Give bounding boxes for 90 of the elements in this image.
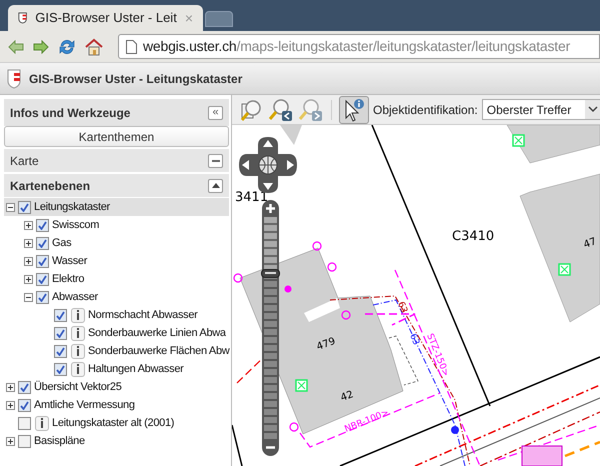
pointer-info-icon (343, 98, 365, 122)
identify-button[interactable] (339, 96, 369, 124)
point-marker-icon (312, 241, 322, 251)
checkbox[interactable] (36, 272, 49, 286)
expand-icon[interactable] (6, 436, 15, 446)
identify-dropdown[interactable]: Oberster Treffer (482, 99, 600, 120)
layer-label[interactable]: Amtliche Vermessung (34, 396, 135, 414)
forward-icon[interactable] (33, 40, 49, 54)
point-marker-icon (233, 273, 243, 283)
identify-label: Objektidentifikation: (373, 102, 478, 118)
page-icon (126, 40, 137, 54)
expand-icon[interactable] (6, 382, 15, 392)
info-icon[interactable] (71, 308, 85, 322)
info-icon[interactable] (71, 362, 85, 376)
layer-label[interactable]: Normschacht Abwasser (88, 306, 198, 324)
info-icon[interactable] (35, 416, 49, 430)
checkbox[interactable] (36, 236, 49, 250)
checkbox[interactable] (18, 398, 31, 412)
checkbox[interactable] (18, 200, 31, 214)
address-bar[interactable]: webgis.uster.ch/maps-leitungskataster/leitungskataster/leitungskataster (118, 34, 600, 59)
section-header[interactable]: Karte (4, 148, 229, 172)
expand-icon[interactable] (6, 400, 15, 410)
zoom-slider-handle[interactable] (261, 268, 280, 278)
expand-icon[interactable] (208, 154, 223, 168)
tree-row[interactable]: Leitungskataster (4, 198, 229, 216)
kartenthemen-button[interactable]: Kartenthemen (4, 126, 229, 147)
checkbox[interactable] (54, 308, 67, 322)
checkbox[interactable] (18, 416, 31, 430)
layer-label[interactable]: Übersicht Vektor25 (34, 378, 122, 396)
expand-icon[interactable] (24, 256, 33, 266)
checkbox[interactable] (18, 434, 31, 448)
building-label: 42 (339, 389, 355, 404)
panel-title: Infos und Werkzeuge (10, 104, 130, 122)
layer-label[interactable]: Abwasser (52, 288, 98, 306)
checkbox[interactable] (54, 326, 67, 340)
manhole-icon (451, 426, 459, 434)
layer-label[interactable]: Leitungskataster (34, 198, 110, 216)
layer-label[interactable]: Elektro (52, 270, 84, 288)
line-label: 63 (395, 300, 409, 315)
point-marker-icon (327, 262, 337, 272)
checkbox[interactable] (54, 344, 67, 358)
crossed-box-icon (512, 134, 525, 147)
building-label: 47 (582, 236, 598, 251)
checkbox[interactable] (36, 290, 49, 304)
section-title: Karte (10, 152, 39, 170)
collapse-button[interactable]: « (208, 106, 223, 120)
collapse-icon[interactable] (6, 202, 15, 212)
zoom-back-icon[interactable] (268, 98, 294, 122)
home-icon[interactable] (85, 38, 103, 56)
layer-label[interactable]: Wasser (52, 252, 88, 270)
section-header[interactable]: Kartenebenen (4, 173, 229, 197)
structure-shape (522, 446, 562, 466)
info-icon[interactable] (71, 326, 85, 340)
point-marker-icon (289, 422, 299, 432)
layer-label[interactable]: Sonderbauwerke Flächen Abw (88, 342, 230, 360)
reload-icon[interactable] (58, 38, 76, 56)
zoom-slider[interactable] (262, 200, 279, 456)
checkbox[interactable] (36, 218, 49, 232)
layer-label[interactable]: Gas (52, 234, 72, 252)
layer-label[interactable]: Leitungskataster alt (2001) (52, 414, 174, 432)
expand-icon[interactable] (24, 220, 33, 230)
line-label: 63 (407, 332, 421, 347)
checkbox[interactable] (54, 362, 67, 376)
point-marker-icon (341, 310, 351, 320)
app-title: GIS-Browser Uster - Leitungskataster (29, 70, 242, 88)
building-label: 479 (315, 336, 337, 353)
layer-label[interactable]: Basispläne (34, 432, 85, 450)
layer-label[interactable]: Haltungen Abwasser (88, 360, 184, 378)
section-title: Kartenebenen (10, 178, 90, 194)
expand-icon[interactable] (24, 274, 33, 284)
expand-icon[interactable] (24, 238, 33, 248)
parcel-label: C3410 (452, 229, 494, 244)
browser-tab[interactable]: GIS-Browser Uster - Leit × (8, 5, 203, 31)
point-marker-icon (284, 286, 292, 292)
shield-logo (18, 11, 28, 25)
parcel-label: 3411 (235, 190, 268, 205)
checkbox[interactable] (36, 254, 49, 268)
layer-label[interactable]: Swisscom (52, 216, 100, 234)
outline-dashed-line (388, 336, 418, 386)
info-icon[interactable] (71, 344, 85, 358)
courtyard-shape (304, 298, 340, 322)
layer-label[interactable]: Sonderbauwerke Linien Abwa (88, 324, 226, 342)
back-icon[interactable] (8, 40, 24, 54)
collapse-icon[interactable] (208, 178, 223, 192)
shield-logo (7, 68, 21, 88)
parcel-line (232, 424, 243, 466)
crossed-box-icon (558, 263, 571, 276)
checkbox[interactable] (18, 380, 31, 394)
crossed-box-icon (295, 379, 308, 392)
collapse-icon[interactable] (24, 292, 33, 302)
